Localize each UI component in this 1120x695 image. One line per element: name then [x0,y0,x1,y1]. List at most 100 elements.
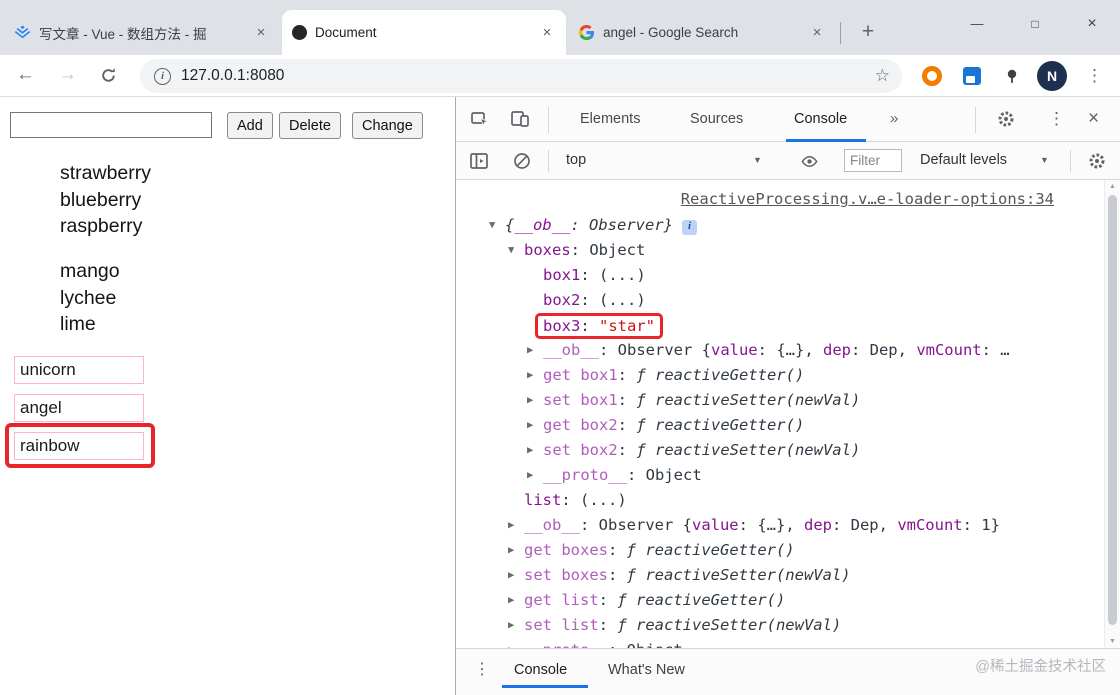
pink-input-angel[interactable] [14,394,144,422]
console-line: box2: (...) [456,288,1104,313]
source-link[interactable]: ReactiveProcessing.v…e-loader-options:34 [681,190,1054,208]
console-token: box1 [543,266,581,284]
expander-open-icon[interactable]: ▼ [508,238,524,263]
console-token: : {…}, [757,341,823,359]
change-button[interactable]: Change [352,112,423,139]
forward-icon: → [58,64,77,85]
delete-button[interactable]: Delete [279,112,341,139]
extension-pin-icon[interactable] [1004,68,1020,84]
list-item: strawberry [60,162,152,184]
console-token: vmCount [897,516,963,534]
console-token: dep [803,516,832,534]
tab-close-icon[interactable]: × [808,24,826,41]
list-item: lime [60,313,96,335]
console-token: Object [589,241,646,259]
bookmark-star-icon[interactable]: ☆ [875,66,890,86]
window-minimize-button[interactable]: — [954,8,1000,40]
new-tab-button[interactable]: + [854,18,882,46]
console-token: boxes [524,241,571,259]
console-sidebar-icon[interactable] [469,151,489,171]
tab-close-icon[interactable]: × [252,24,270,41]
devtools-menu-icon[interactable]: ⋮ [1048,97,1065,141]
console-token: "star" [599,317,655,335]
scrollbar-thumb[interactable] [1108,195,1117,625]
expander-closed-icon[interactable]: ▶ [508,513,524,538]
extension-blue-icon[interactable] [962,66,982,86]
log-levels-selector[interactable]: Default levels [920,142,1007,179]
expander-closed-icon[interactable]: ▶ [527,363,543,388]
item-input[interactable] [10,112,212,138]
clear-console-icon[interactable] [512,151,532,171]
live-expression-eye-icon[interactable] [800,152,819,171]
console-token: : Dep, [850,341,917,359]
chevron-down-icon[interactable]: ▼ [1040,142,1049,179]
settings-gear-icon[interactable] [996,109,1016,129]
console-token: : [608,541,627,559]
expander-closed-icon[interactable]: ▶ [527,438,543,463]
window-close-button[interactable]: × [1069,8,1115,40]
expander-closed-icon[interactable]: ▶ [508,538,524,563]
console-token: { [505,216,515,234]
context-selector[interactable]: top [566,142,586,179]
info-icon[interactable]: i [682,220,698,235]
profile-avatar[interactable]: N [1037,61,1067,91]
expander-closed-icon[interactable]: ▶ [527,338,543,363]
console-token: : [561,491,580,509]
chevron-down-icon[interactable]: ▼ [753,142,762,179]
expander-open-icon[interactable]: ▼ [489,213,505,238]
device-toolbar-icon[interactable] [510,109,530,129]
drawer-tab-whats-new[interactable]: What's New [608,649,685,691]
console-token: value [691,516,739,534]
url-text[interactable]: 127.0.0.1:8080 [181,67,284,85]
drawer-menu-icon[interactable]: ⋮ [474,649,490,691]
pink-input-rainbow[interactable] [14,432,144,460]
inspect-element-icon[interactable] [470,109,490,129]
more-tabs-icon[interactable]: » [890,97,898,141]
console-settings-gear-icon[interactable] [1087,151,1107,171]
watermark-text: @稀土掘金技术社区 [975,659,1106,675]
console-token: __proto__ [524,641,608,648]
console-token: : [598,616,618,634]
browser-menu-icon[interactable]: ⋮ [1086,55,1103,97]
console-token: list [524,491,562,509]
tab-elements[interactable]: Elements [580,97,640,141]
tab-console[interactable]: Console [794,97,847,141]
tab-close-icon[interactable]: × [538,24,556,41]
expander-closed-icon[interactable]: ▶ [527,463,543,488]
console-token: ƒ reactiveSetter(newVal) [626,566,851,584]
expander-closed-icon[interactable]: ▶ [508,613,524,638]
console-token: ƒ reactiveGetter() [626,541,795,559]
site-info-icon[interactable]: i [154,67,171,85]
annotation-red-box: box3: "star" [535,313,663,339]
expander-closed-icon[interactable]: ▶ [508,588,524,613]
separator [548,107,549,133]
console-toolbar: top ▼ Default levels ▼ [456,142,1120,180]
list-item: lychee [60,286,117,309]
tab-google-search[interactable]: angel - Google Search × [568,10,836,55]
expander-closed-icon[interactable]: ▶ [508,563,524,588]
scroll-down-icon[interactable]: ▼ [1105,638,1120,645]
extension-orange-icon[interactable] [922,66,942,86]
console-token: : … [981,341,1010,359]
expander-closed-icon[interactable]: ▶ [527,388,543,413]
filter-input[interactable] [844,149,902,172]
scroll-up-icon[interactable]: ▲ [1105,183,1120,190]
console-token: Object [627,641,683,648]
console-token: get boxes [524,541,608,559]
back-icon[interactable]: ← [16,55,35,95]
page-content: Add Delete Change strawberry blueberry ras… [0,97,455,695]
console-scrollbar[interactable]: ▲ ▼ [1104,180,1120,648]
add-button[interactable]: Add [227,112,273,139]
expander-closed-icon[interactable]: ▶ [508,638,524,648]
devtools-close-icon[interactable]: × [1088,97,1099,141]
tab-document[interactable]: Document × [282,10,566,55]
tab-juejin-editor[interactable]: 写文章 - Vue - 数组方法 - 掘 × [4,10,280,55]
console-line: ▶ set list: ƒ reactiveSetter(newVal) [456,613,1104,638]
expander-closed-icon[interactable]: ▶ [527,413,543,438]
window-maximize-button[interactable]: □ [1012,8,1058,40]
omnibox[interactable]: i 127.0.0.1:8080 ☆ [140,59,902,93]
console-line: ▶ set boxes: ƒ reactiveSetter(newVal) [456,563,1104,588]
tab-sources[interactable]: Sources [690,97,743,141]
refresh-icon[interactable] [100,67,117,84]
pink-input-unicorn[interactable] [14,356,144,384]
